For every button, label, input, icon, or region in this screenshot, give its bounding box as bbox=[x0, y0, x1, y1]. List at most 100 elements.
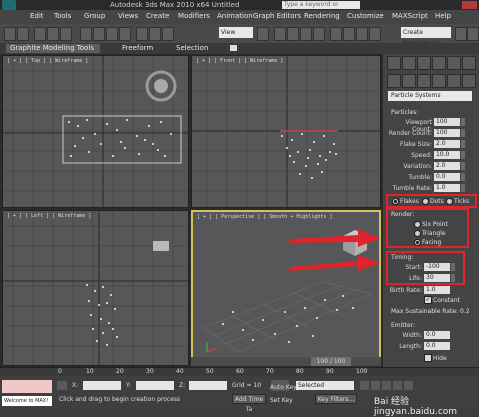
hide-checkbox[interactable] bbox=[424, 354, 432, 362]
life-field[interactable]: 30 bbox=[424, 274, 450, 282]
add-time-tag-button[interactable]: Add Time Ta bbox=[232, 394, 266, 413]
auto-key-button[interactable]: Auto Key bbox=[270, 384, 297, 391]
menu-customize[interactable]: Customize bbox=[347, 12, 384, 20]
ribbon-tab-freeform[interactable]: Freeform bbox=[122, 44, 153, 52]
x-coordinate-field[interactable] bbox=[83, 381, 121, 390]
space-warps-icon[interactable] bbox=[462, 74, 476, 88]
set-key-button[interactable]: Set Key bbox=[270, 397, 293, 404]
width-field[interactable]: 0.0 bbox=[424, 331, 450, 339]
spinner-icon[interactable] bbox=[461, 162, 465, 170]
time-slider-thumb[interactable]: 100 / 100 bbox=[311, 357, 351, 366]
layer-manager-icon[interactable] bbox=[356, 27, 368, 41]
key-mode-dropdown[interactable]: Selected bbox=[296, 381, 354, 390]
render-count-field[interactable]: 100 bbox=[434, 129, 460, 137]
curve-editor-icon[interactable] bbox=[369, 27, 381, 41]
birth-rate-field[interactable]: 1.0 bbox=[424, 286, 450, 294]
bind-space-warp-icon[interactable] bbox=[60, 27, 72, 41]
select-region-icon[interactable] bbox=[106, 27, 118, 41]
start-field[interactable]: -100 bbox=[424, 263, 450, 271]
ticks-radio[interactable] bbox=[446, 198, 453, 205]
six-point-radio[interactable] bbox=[414, 221, 421, 228]
redo-icon[interactable] bbox=[17, 27, 29, 41]
helpers-icon[interactable] bbox=[447, 74, 461, 88]
menu-group[interactable]: Group bbox=[84, 12, 105, 20]
align-icon[interactable] bbox=[343, 27, 355, 41]
spinner-icon[interactable] bbox=[461, 151, 465, 159]
speed-field[interactable]: 10.0 bbox=[434, 151, 460, 159]
select-by-name-icon[interactable] bbox=[93, 27, 105, 41]
percent-snap-icon[interactable] bbox=[300, 27, 312, 41]
variation-field[interactable]: 2.0 bbox=[434, 162, 460, 170]
lights-icon[interactable] bbox=[417, 74, 431, 88]
hierarchy-tab-icon[interactable] bbox=[417, 56, 431, 70]
spinner-icon[interactable] bbox=[461, 173, 465, 181]
display-tab-icon[interactable] bbox=[447, 56, 461, 70]
spinner-icon[interactable] bbox=[451, 274, 455, 282]
time-slider[interactable] bbox=[191, 357, 381, 366]
reference-coordinate-dropdown[interactable]: View bbox=[219, 27, 253, 38]
link-icon[interactable] bbox=[34, 27, 46, 41]
go-to-start-icon[interactable] bbox=[360, 381, 369, 390]
y-coordinate-field[interactable] bbox=[136, 381, 174, 390]
menu-maxscript[interactable]: MAXScript bbox=[392, 12, 428, 20]
pivot-center-icon[interactable] bbox=[257, 27, 269, 41]
unlink-icon[interactable] bbox=[47, 27, 59, 41]
menu-help[interactable]: Help bbox=[435, 12, 451, 20]
snap-icon[interactable] bbox=[274, 27, 286, 41]
spinner-icon[interactable] bbox=[461, 118, 465, 126]
go-to-end-icon[interactable] bbox=[404, 381, 413, 390]
render-production-icon[interactable] bbox=[467, 27, 479, 41]
angle-snap-icon[interactable] bbox=[287, 27, 299, 41]
menu-rendering[interactable]: Rendering bbox=[304, 12, 340, 20]
constant-checkbox[interactable]: ✓ bbox=[424, 296, 432, 304]
utilities-tab-icon[interactable] bbox=[462, 56, 476, 70]
play-icon[interactable] bbox=[382, 381, 391, 390]
maxscript-listener-input[interactable] bbox=[2, 380, 52, 393]
scale-icon[interactable] bbox=[162, 27, 174, 41]
category-dropdown[interactable]: Particle Systems bbox=[388, 91, 472, 101]
create-tab-icon[interactable] bbox=[387, 56, 401, 70]
close-window-icon[interactable] bbox=[462, 1, 477, 9]
named-selection-set-dropdown[interactable]: Create Selection Se bbox=[401, 27, 451, 47]
triangle-radio[interactable] bbox=[414, 230, 421, 237]
shapes-icon[interactable] bbox=[402, 74, 416, 88]
tumble-rate-field[interactable]: 1.0 bbox=[434, 184, 460, 192]
ribbon-tab-selection[interactable]: Selection bbox=[176, 44, 208, 52]
spinner-icon[interactable] bbox=[461, 129, 465, 137]
render-setup-icon[interactable] bbox=[455, 27, 467, 41]
motion-tab-icon[interactable] bbox=[432, 56, 446, 70]
spinner-icon[interactable] bbox=[461, 140, 465, 148]
spinner-icon[interactable] bbox=[461, 184, 465, 192]
menu-views[interactable]: Views bbox=[118, 12, 138, 20]
next-frame-icon[interactable] bbox=[393, 381, 402, 390]
viewport-count-field[interactable]: 100 bbox=[434, 118, 460, 126]
menu-create[interactable]: Create bbox=[146, 12, 169, 20]
facing-radio[interactable] bbox=[414, 239, 421, 246]
flake-size-field[interactable]: 2.0 bbox=[434, 140, 460, 148]
spinner-snap-icon[interactable] bbox=[313, 27, 325, 41]
menu-modifiers[interactable]: Modifiers bbox=[178, 12, 210, 20]
previous-frame-icon[interactable] bbox=[371, 381, 380, 390]
window-crossing-icon[interactable] bbox=[119, 27, 131, 41]
ribbon-tab-graphite[interactable]: Graphite Modeling Tools bbox=[10, 44, 94, 52]
viewport-perspective-label[interactable]: [ + ] [ Perspective ] [ Smooth + Highlig… bbox=[197, 214, 332, 220]
move-icon[interactable] bbox=[136, 27, 148, 41]
viewport-front-label[interactable]: [ + ] [ Front ] [ Wireframe ] bbox=[196, 58, 283, 64]
undo-icon[interactable] bbox=[4, 27, 16, 41]
flakes-radio[interactable] bbox=[392, 198, 399, 205]
modify-tab-icon[interactable] bbox=[402, 56, 416, 70]
menu-edit[interactable]: Edit bbox=[30, 12, 44, 20]
geometry-icon[interactable] bbox=[387, 74, 401, 88]
z-coordinate-field[interactable] bbox=[189, 381, 227, 390]
cameras-icon[interactable] bbox=[432, 74, 446, 88]
spinner-icon[interactable] bbox=[451, 263, 455, 271]
dots-radio[interactable] bbox=[422, 198, 429, 205]
viewport-top[interactable]: [ + ] [ Top ] [ Wireframe ] bbox=[2, 55, 189, 208]
mirror-icon[interactable] bbox=[330, 27, 342, 41]
tumble-field[interactable]: 0.0 bbox=[434, 173, 460, 181]
menu-tools[interactable]: Tools bbox=[54, 12, 71, 20]
viewport-front[interactable]: [ + ] [ Front ] [ Wireframe ] bbox=[191, 55, 381, 208]
ribbon-toggle-icon[interactable] bbox=[230, 45, 237, 51]
viewport-left-label[interactable]: [ + ] [ Left ] [ Wireframe ] bbox=[7, 213, 91, 219]
select-object-icon[interactable] bbox=[80, 27, 92, 41]
